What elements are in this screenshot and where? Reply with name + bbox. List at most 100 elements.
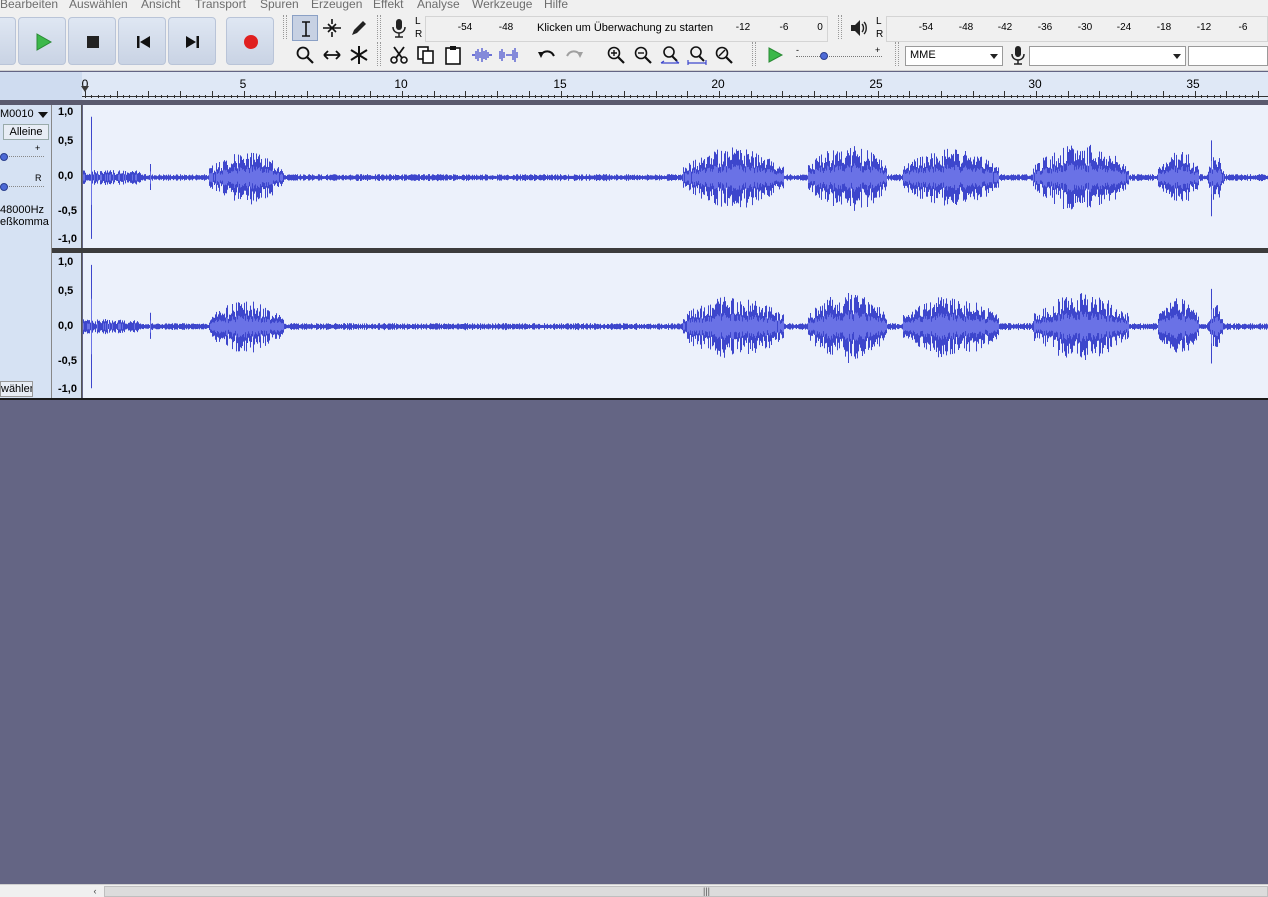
skip-end-icon [186,36,199,48]
input-device-icon-holder [1005,42,1031,68]
menu-analyse[interactable]: Analyse [417,0,460,11]
pan-slider[interactable] [6,186,44,187]
zoom-out-button[interactable] [630,42,656,68]
empty-track-area[interactable] [0,400,1268,884]
playback-meter-button[interactable] [846,15,872,41]
gain-plus-label: + [35,143,41,153]
device-grip[interactable] [895,42,899,66]
timeline-ruler[interactable]: 0 5 10 15 20 25 30 35 [0,72,1268,100]
ruler-tick [1257,91,1259,98]
speed-slider[interactable]: - + [796,45,882,67]
gain-slider[interactable] [6,156,44,157]
host-select[interactable]: MME [905,46,1003,66]
meter-grip[interactable] [377,15,381,39]
ruler-tick [1188,95,1190,98]
zoom-in-button[interactable] [603,42,629,68]
ruler-tick [199,95,201,98]
menu-bearbeiten[interactable]: Bearbeiten [0,0,58,11]
pan-slider-knob[interactable] [0,183,8,191]
menu-erzeugen[interactable]: Erzeugen [311,0,362,11]
ruler-tick [91,95,93,98]
ruler-tick [478,95,480,98]
select-track-button[interactable]: wählen [0,381,33,397]
ruler-tick [585,95,587,98]
monitor-hint[interactable]: Klicken um Überwachung zu starten [537,22,713,34]
ruler-tick [1080,95,1082,98]
track-name[interactable]: M0010 [0,108,34,120]
skip-start-button[interactable] [118,17,166,65]
cut-button[interactable] [386,42,412,68]
play-button[interactable] [18,17,66,65]
gain-slider-knob[interactable] [0,153,8,161]
ruler-tick [142,95,144,98]
track-control-panel[interactable]: M0010 Alleine + R 48000Hz eßkomma wählen [0,105,52,399]
ruler-tick [382,95,384,98]
menu-ansicht[interactable]: Ansicht [141,0,180,11]
zoom-tool[interactable] [292,42,318,68]
undo-button[interactable] [534,42,560,68]
ruler-tick [623,91,625,98]
menu-werkzeuge[interactable]: Werkzeuge [472,0,532,11]
skip-end-button[interactable] [168,17,216,65]
ruler-tick [750,91,752,98]
scrollbar-thumb[interactable]: ||| [104,886,1268,897]
waveform-channel-right[interactable] [83,253,1268,398]
playback-meter-tick: -6 [1238,22,1248,33]
record-meter-button[interactable] [386,15,412,41]
menu-auswaehlen[interactable]: Auswählen [69,0,128,11]
ruler-tick [97,95,99,98]
chevron-down-icon [990,54,998,59]
play-at-speed-button[interactable] [762,42,788,68]
selection-tool[interactable] [292,15,318,41]
ruler-tick [883,95,885,98]
scroll-left-arrow[interactable]: ‹ [88,886,102,897]
silence-button[interactable] [496,42,522,68]
ruler-tick [839,95,841,98]
menu-spuren[interactable]: Spuren [260,0,299,11]
ruler-tick [218,95,220,98]
ruler-tick [1112,95,1114,98]
playhead-marker[interactable] [81,86,89,96]
ruler-tick [148,91,150,98]
copy-button[interactable] [413,42,439,68]
ruler-tick [452,95,454,98]
playmeter-grip[interactable] [838,15,842,39]
multi-tool[interactable] [346,42,372,68]
stop-button[interactable] [68,17,116,65]
fit-selection-button[interactable] [657,42,683,68]
vscale-label: 0,5 [58,285,74,297]
pause-button[interactable] [0,17,16,65]
ruler-label: 25 [869,77,883,91]
zoom-toggle-button[interactable] [711,42,737,68]
play-at-speed-icon [768,47,784,63]
menu-transport[interactable]: Transport [195,0,246,11]
ruler-tick [173,95,175,98]
speed-slider-track [796,56,882,57]
menu-effekt[interactable]: Effekt [373,0,403,11]
input-device-select[interactable] [1029,46,1186,66]
waveform-channel-left[interactable] [83,105,1268,248]
timeshift-tool[interactable] [319,42,345,68]
ruler-tick [268,95,270,98]
output-device-select[interactable] [1188,46,1268,66]
toolbar-grip[interactable] [283,15,287,39]
speed-grip[interactable] [752,42,756,66]
zoom-fit-icon [687,46,707,65]
menu-hilfe[interactable]: Hilfe [544,0,568,11]
ruler-tick [294,95,296,98]
horizontal-scrollbar[interactable]: ‹ ||| [0,884,1268,897]
playback-meter-r: R [876,29,884,40]
record-button[interactable] [226,17,274,65]
draw-tool[interactable] [346,15,372,41]
speed-slider-knob[interactable] [820,52,828,60]
solo-button[interactable]: Alleine [3,124,49,140]
trim-button[interactable] [469,42,495,68]
paste-button[interactable] [440,42,466,68]
track-menu-chevron-down-icon[interactable] [38,112,48,118]
ruler-tick [1219,95,1221,98]
envelope-tool[interactable] [319,15,345,41]
menu-bar: Bearbeiten Auswählen Ansicht Transport S… [0,0,1268,11]
edit-grip[interactable] [377,42,381,66]
fit-project-button[interactable] [684,42,710,68]
redo-button[interactable] [561,42,587,68]
